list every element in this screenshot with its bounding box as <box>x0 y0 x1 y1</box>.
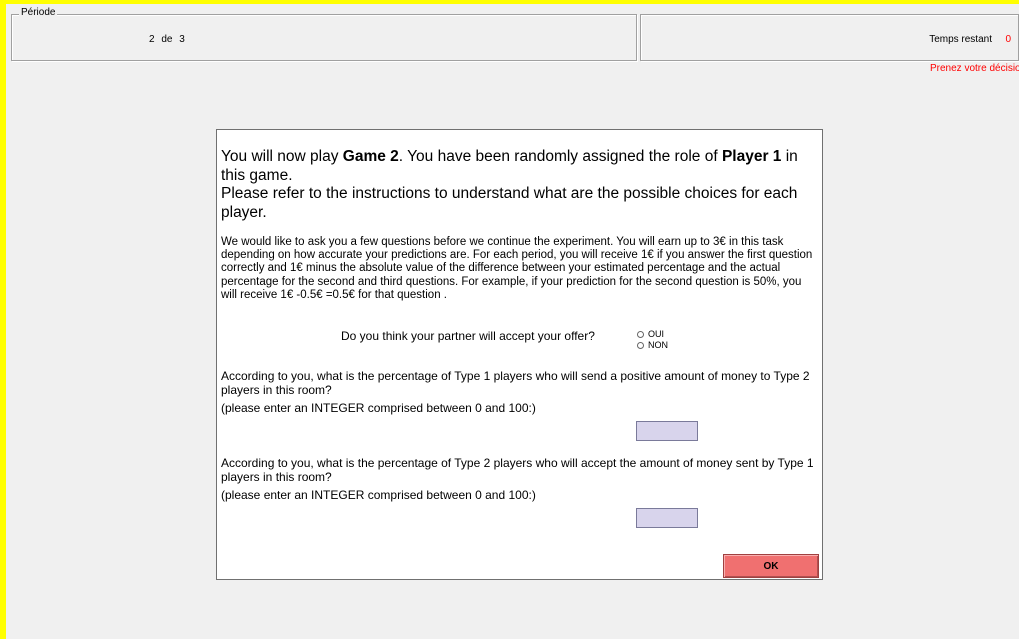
game-name: Game 2 <box>342 148 399 165</box>
left-yellow-border <box>0 0 6 639</box>
intro-line-2: Please refer to the instructions to unde… <box>221 185 798 221</box>
question-1-row: Do you think your partner will accept yo… <box>217 327 822 357</box>
intro-part-1: You will now play <box>221 148 343 165</box>
question-2-hint: (please enter an INTEGER comprised betwe… <box>221 401 536 415</box>
question-3-text: According to you, what is the percentage… <box>221 456 814 484</box>
intro-part-2: . You have been randomly assigned the ro… <box>398 148 722 165</box>
top-yellow-border <box>0 0 1019 4</box>
time-remaining-label: Temps restant <box>929 34 992 45</box>
question-2: According to you, what is the percentage… <box>221 369 821 416</box>
questionnaire-dialog: You will now play Game 2. You have been … <box>216 129 823 580</box>
question-3: According to you, what is the percentage… <box>221 456 821 503</box>
radio-non[interactable]: NON <box>637 340 668 351</box>
time-groupbox: Temps restant 0 <box>640 14 1019 61</box>
percentage-input-type1[interactable] <box>636 421 698 441</box>
player-role: Player 1 <box>721 148 782 165</box>
instructions-paragraph: We would like to ask you a few questions… <box>221 236 813 301</box>
time-remaining-value: 0 <box>1005 34 1011 45</box>
period-legend: Période <box>19 7 58 18</box>
question-1-text: Do you think your partner will accept yo… <box>341 329 595 343</box>
percentage-input-type2[interactable] <box>636 508 698 528</box>
radio-non-circle[interactable] <box>637 342 644 349</box>
ok-button[interactable]: OK <box>723 554 819 578</box>
intro-text: You will now play Game 2. You have been … <box>221 148 816 222</box>
accept-radio-group: OUI NON <box>637 329 668 351</box>
period-groupbox: Période 2 de 3 <box>11 7 637 61</box>
question-2-text: According to you, what is the percentage… <box>221 369 810 397</box>
radio-oui-circle[interactable] <box>637 331 644 338</box>
radio-oui[interactable]: OUI <box>637 329 668 340</box>
period-indicator: 2 de 3 <box>149 34 185 45</box>
question-3-hint: (please enter an INTEGER comprised betwe… <box>221 488 536 502</box>
radio-non-label: NON <box>648 340 668 350</box>
decision-warning: Prenez votre décision <box>930 63 1019 74</box>
radio-oui-label: OUI <box>648 329 665 339</box>
